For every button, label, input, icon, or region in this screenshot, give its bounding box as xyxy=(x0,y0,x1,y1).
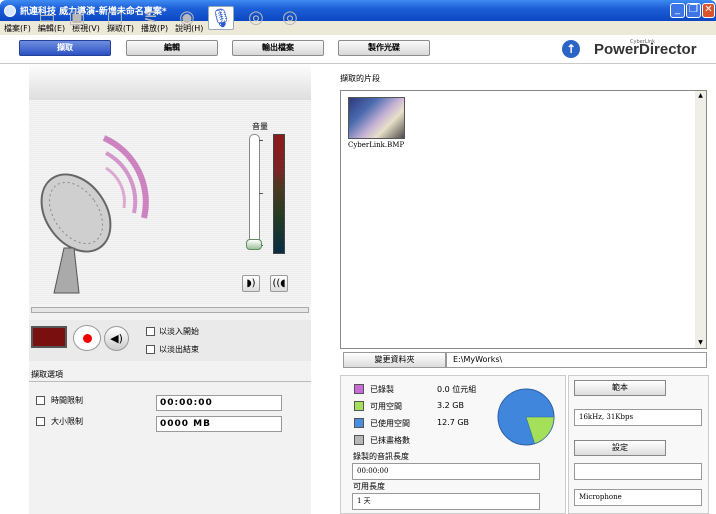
tv-tuner-icon[interactable]: ▣ xyxy=(64,6,90,30)
speaker-left-button[interactable]: ◗) xyxy=(242,275,260,292)
brand-name: PowerDirector xyxy=(594,41,697,58)
volume-slider-track[interactable] xyxy=(249,134,260,247)
volume-slider-handle[interactable] xyxy=(246,239,262,250)
scroll-down-arrow-icon[interactable]: ▼ xyxy=(695,338,706,348)
size-limit-label: 大小限制 xyxy=(51,417,83,426)
size-limit-field[interactable]: 0000 MB xyxy=(156,416,282,432)
volume-tick xyxy=(259,193,263,194)
disk-usage-pie-chart xyxy=(497,388,555,446)
divider xyxy=(29,381,311,382)
used-space-value: 12.7 GB xyxy=(437,418,470,427)
cd-audio-icon[interactable]: ◎ xyxy=(243,6,269,30)
settings-value xyxy=(574,463,702,480)
recorded-label: 已錄製 xyxy=(370,385,394,394)
restore-button[interactable]: ❐ xyxy=(686,3,701,18)
audio-device: Microphone xyxy=(574,489,702,506)
profile-value: 16kHz, 31Kbps xyxy=(574,409,702,426)
tv-icon[interactable]: ▢ xyxy=(102,6,128,30)
free-space-label: 可用空間 xyxy=(370,402,402,411)
recorded-swatch xyxy=(354,384,364,394)
scroll-up-arrow-icon[interactable]: ▲ xyxy=(695,91,706,101)
fade-in-checkbox[interactable] xyxy=(146,327,155,336)
volume-label: 音量 xyxy=(252,122,268,131)
app-icon xyxy=(4,4,16,17)
satellite-icon[interactable]: ⚟ xyxy=(138,6,164,30)
folder-path: E:\MyWorks\ xyxy=(446,352,707,368)
record-icon xyxy=(83,334,92,343)
tab-capture[interactable]: 擷取 xyxy=(19,40,111,56)
record-time-display xyxy=(31,326,67,348)
fade-out-label: 以淡出結束 xyxy=(159,345,199,354)
recorded-length-field: 00:00:00 xyxy=(352,463,540,480)
dvd-icon[interactable]: ◎ xyxy=(277,6,303,30)
settings-button[interactable]: 設定 xyxy=(574,440,666,456)
dropped-frames-swatch xyxy=(354,435,364,445)
volume-tick xyxy=(259,140,263,141)
size-limit-checkbox[interactable] xyxy=(36,417,45,426)
captured-clips-label: 擷取的片段 xyxy=(340,74,380,83)
capture-options-header: 擷取選項 xyxy=(31,370,63,379)
time-limit-field[interactable]: 00:00:00 xyxy=(156,395,282,411)
available-length-label: 可用長度 xyxy=(353,482,385,491)
microphone-illustration-icon xyxy=(40,135,149,294)
minimize-button[interactable]: _ xyxy=(670,3,685,18)
device-toolbar xyxy=(29,64,311,100)
audio-level-meter xyxy=(273,134,285,254)
clip-name: CyberLink.BMP xyxy=(348,141,405,149)
tab-edit[interactable]: 編輯 xyxy=(126,40,218,56)
used-space-swatch xyxy=(354,418,364,428)
available-length-field: 1 天 xyxy=(352,493,540,510)
recorded-value: 0.0 位元組 xyxy=(437,385,477,394)
close-button[interactable]: ✕ xyxy=(702,3,715,18)
dv-camcorder-icon[interactable]: ▭ xyxy=(34,6,60,30)
menu-file[interactable]: 檔案(F) xyxy=(4,23,31,34)
used-space-label: 已使用空間 xyxy=(370,419,410,428)
profile-button[interactable]: 範本 xyxy=(574,380,666,396)
dropped-frames-label: 已抹畫格數 xyxy=(370,436,410,445)
powerdirector-logo-icon: ↑ xyxy=(562,40,580,58)
change-folder-button[interactable]: 變更資料夾 xyxy=(343,352,446,368)
recorded-length-label: 錄製的音訊長度 xyxy=(353,452,409,461)
free-space-swatch xyxy=(354,401,364,411)
vertical-scrollbar[interactable] xyxy=(695,91,706,348)
tab-output[interactable]: 輸出檔案 xyxy=(232,40,324,56)
fade-out-checkbox[interactable] xyxy=(146,345,155,354)
fade-in-label: 以淡入開始 xyxy=(159,327,199,336)
time-limit-checkbox[interactable] xyxy=(36,396,45,405)
microphone-icon[interactable]: 🎙 xyxy=(208,6,234,30)
speaker-right-button[interactable]: ((◖ xyxy=(270,275,288,292)
mute-button[interactable]: ◀) xyxy=(104,326,129,351)
free-space-value: 3.2 GB xyxy=(437,401,464,410)
tab-burn-disc[interactable]: 製作光碟 xyxy=(338,40,430,56)
webcam-icon[interactable]: ◉ xyxy=(174,6,200,30)
capture-progress-bar xyxy=(31,307,309,313)
clip-thumbnail[interactable] xyxy=(348,97,405,139)
time-limit-label: 時間限制 xyxy=(51,396,83,405)
